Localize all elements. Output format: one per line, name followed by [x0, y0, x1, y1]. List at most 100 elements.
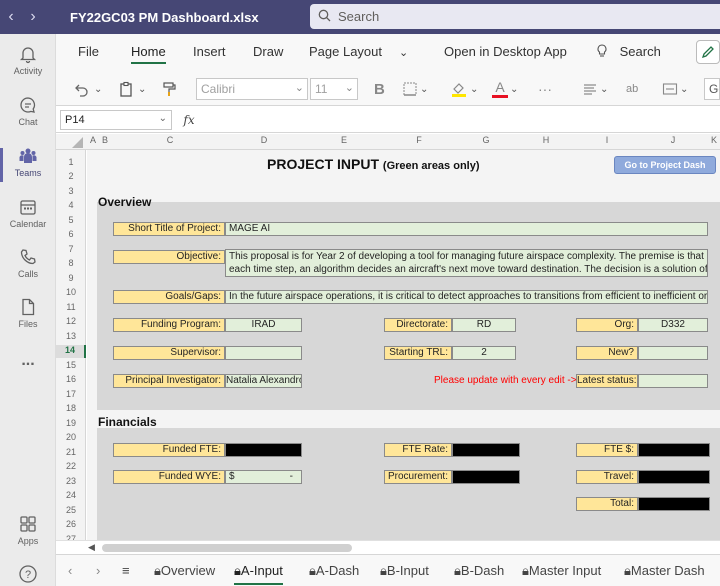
back-button[interactable]: ‹ [0, 0, 22, 34]
prev-sheet-button[interactable]: ‹ [68, 563, 72, 578]
total-field[interactable] [638, 497, 710, 511]
row-number[interactable]: 5 [56, 215, 86, 228]
scroll-left-icon[interactable]: ◀ [88, 542, 95, 553]
select-all-corner[interactable] [56, 134, 86, 150]
col-header[interactable]: J [640, 135, 706, 145]
help-button[interactable]: ? [0, 564, 56, 586]
travel-field[interactable] [638, 470, 710, 484]
bold-button[interactable]: B [374, 78, 385, 100]
rail-item-teams[interactable]: Teams [0, 146, 56, 182]
more-tabs-chevron-icon[interactable]: ⌄ [399, 46, 408, 59]
sheets-menu-button[interactable]: ≡ [122, 563, 130, 578]
supervisor-field[interactable] [225, 346, 302, 360]
funding-program-field[interactable]: IRAD [225, 318, 302, 332]
short-title-field[interactable]: MAGE AI [225, 222, 708, 236]
rail-item-calendar[interactable]: Calendar [0, 197, 56, 229]
row-number[interactable]: 22 [56, 461, 86, 474]
rail-item-apps[interactable]: Apps [0, 514, 56, 546]
number-format-select[interactable]: Ge [704, 78, 720, 100]
scrollbar-thumb[interactable] [102, 544, 352, 552]
more-apps-button[interactable]: ... [0, 352, 56, 370]
row-number[interactable]: 20 [56, 432, 86, 445]
row-number[interactable]: 18 [56, 403, 86, 416]
objective-field[interactable]: This proposal is for Year 2 of developin… [225, 249, 708, 277]
row-number[interactable]: 16 [56, 374, 86, 387]
row-number[interactable]: 11 [56, 302, 86, 315]
row-number[interactable]: 24 [56, 490, 86, 503]
font-name-select[interactable]: Calibri ⌄ [196, 78, 308, 100]
sheet-tab-a-input[interactable]: 🔒︎A-Input [234, 563, 283, 585]
search-input[interactable]: Search [310, 4, 720, 29]
horizontal-scrollbar[interactable]: ◀ [56, 540, 720, 554]
row-number[interactable]: 1 [56, 157, 86, 170]
row-number[interactable]: 19 [56, 418, 86, 431]
open-in-desktop-app[interactable]: Open in Desktop App [444, 44, 567, 59]
merge-button[interactable]: ⌄ [662, 78, 688, 100]
row-number[interactable]: 9 [56, 273, 86, 286]
align-button[interactable]: ⌄ [582, 78, 608, 100]
col-header[interactable]: G [454, 135, 518, 145]
fte-dollars-field[interactable] [638, 443, 710, 457]
font-size-select[interactable]: 11 ⌄ [310, 78, 358, 100]
procurement-field[interactable] [452, 470, 520, 484]
pi-field[interactable]: Natalia Alexandrov [225, 374, 302, 388]
tab-page-layout[interactable]: Page Layout [309, 44, 382, 59]
starting-trl-field[interactable]: 2 [452, 346, 516, 360]
org-field[interactable]: D332 [638, 318, 708, 332]
paste-button[interactable]: ⌄ [118, 78, 146, 100]
sheet-tab-a-dash[interactable]: 🔒︎A-Dash [309, 563, 359, 579]
row-number[interactable]: 2 [56, 171, 86, 184]
row-number[interactable]: 23 [56, 476, 86, 489]
row-number[interactable]: 26 [56, 519, 86, 532]
wrap-text-button[interactable]: ab [626, 78, 638, 100]
directorate-field[interactable]: RD [452, 318, 516, 332]
latest-status-field[interactable] [638, 374, 708, 388]
format-painter-button[interactable] [162, 78, 178, 100]
col-header[interactable]: F [386, 135, 452, 145]
sheet-tab-master-dash[interactable]: 🔒︎Master Dash [624, 563, 705, 579]
col-header[interactable]: C [136, 135, 204, 145]
rail-item-calls[interactable]: Calls [0, 247, 56, 279]
col-header[interactable]: I [576, 135, 638, 145]
tab-draw[interactable]: Draw [253, 44, 283, 59]
more-font-options[interactable]: ··· [538, 78, 552, 100]
tab-file[interactable]: File [78, 44, 99, 59]
row-number[interactable]: 10 [56, 287, 86, 300]
tab-home[interactable]: Home [131, 44, 166, 64]
funded-fte-field[interactable] [225, 443, 302, 457]
fill-color-button[interactable]: ⌄ [450, 78, 478, 100]
go-to-project-dash-button[interactable]: Go to Project Dash [614, 156, 716, 174]
tab-insert[interactable]: Insert [193, 44, 226, 59]
row-number[interactable]: 6 [56, 229, 86, 242]
row-number[interactable]: 8 [56, 258, 86, 271]
col-header[interactable]: K [708, 135, 720, 145]
goals-field[interactable]: In the future airspace operations, it is… [225, 290, 708, 304]
ribbon-search[interactable]: Search [596, 44, 661, 59]
borders-button[interactable]: ⌄ [402, 78, 428, 100]
fte-rate-field[interactable] [452, 443, 520, 457]
row-number[interactable]: 7 [56, 244, 86, 257]
col-header[interactable]: H [518, 135, 574, 145]
col-header[interactable]: D [226, 135, 302, 145]
name-box[interactable]: P14 ⌄ [60, 110, 172, 130]
rail-item-activity[interactable]: Activity [0, 44, 56, 76]
rail-item-chat[interactable]: Chat [0, 95, 56, 127]
row-number[interactable]: 12 [56, 316, 86, 329]
row-number[interactable]: 17 [56, 389, 86, 402]
font-color-button[interactable]: A ⌄ [492, 78, 518, 100]
row-number[interactable]: 15 [56, 360, 86, 373]
insert-function-button[interactable]: fx [176, 110, 202, 130]
forward-button[interactable]: › [22, 0, 44, 34]
col-header[interactable]: A [88, 135, 98, 145]
sheet-tab-overview[interactable]: 🔒︎Overview [154, 563, 215, 579]
row-number[interactable]: 13 [56, 331, 86, 344]
undo-button[interactable]: ⌄ [74, 78, 102, 100]
col-header[interactable]: E [306, 135, 382, 145]
col-header[interactable]: B [100, 135, 110, 145]
row-number[interactable]: 3 [56, 186, 86, 199]
row-number[interactable]: 4 [56, 200, 86, 213]
sheet-tab-b-dash[interactable]: 🔒︎B-Dash [454, 563, 504, 579]
formula-input[interactable] [206, 110, 716, 130]
funded-wye-field[interactable]: $ - [225, 470, 302, 484]
row-number[interactable]: 14 [56, 345, 86, 358]
